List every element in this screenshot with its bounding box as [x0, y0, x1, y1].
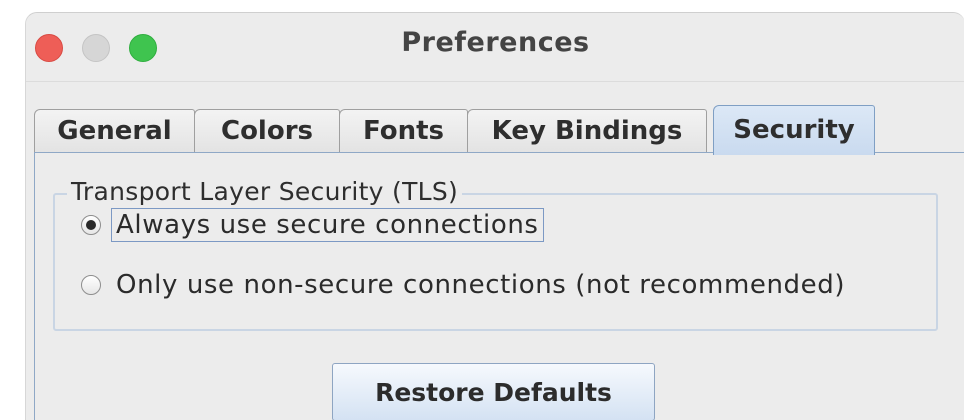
tls-group-title: Transport Layer Security (TLS): [67, 177, 463, 206]
radio-button-checked[interactable]: [81, 215, 101, 235]
radio-non-secure[interactable]: Only use non-secure connections (not rec…: [81, 267, 848, 303]
radio-always-secure-label[interactable]: Always use secure connections: [111, 208, 544, 242]
radio-non-secure-label[interactable]: Only use non-secure connections (not rec…: [113, 270, 848, 300]
tab-key-bindings[interactable]: Key Bindings: [467, 109, 707, 153]
restore-defaults-button[interactable]: Restore Defaults: [332, 363, 655, 420]
tab-colors[interactable]: Colors: [194, 109, 340, 153]
security-panel: Transport Layer Security (TLS) Always us…: [34, 152, 964, 420]
radio-always-secure[interactable]: Always use secure connections: [81, 207, 544, 243]
desktop-strip: [0, 0, 964, 12]
window-title: Preferences: [401, 27, 590, 58]
tab-security[interactable]: Security: [713, 105, 875, 155]
tab-general[interactable]: General: [34, 109, 195, 153]
radio-button-unchecked[interactable]: [81, 275, 101, 295]
preferences-window: Preferences General Colors Fonts Key Bin…: [25, 12, 964, 420]
title-bar[interactable]: Preferences: [26, 13, 964, 82]
tab-fonts[interactable]: Fonts: [339, 109, 468, 153]
tls-group: Transport Layer Security (TLS) Always us…: [53, 177, 938, 331]
screenshot-frame: Preferences General Colors Fonts Key Bin…: [0, 0, 964, 420]
